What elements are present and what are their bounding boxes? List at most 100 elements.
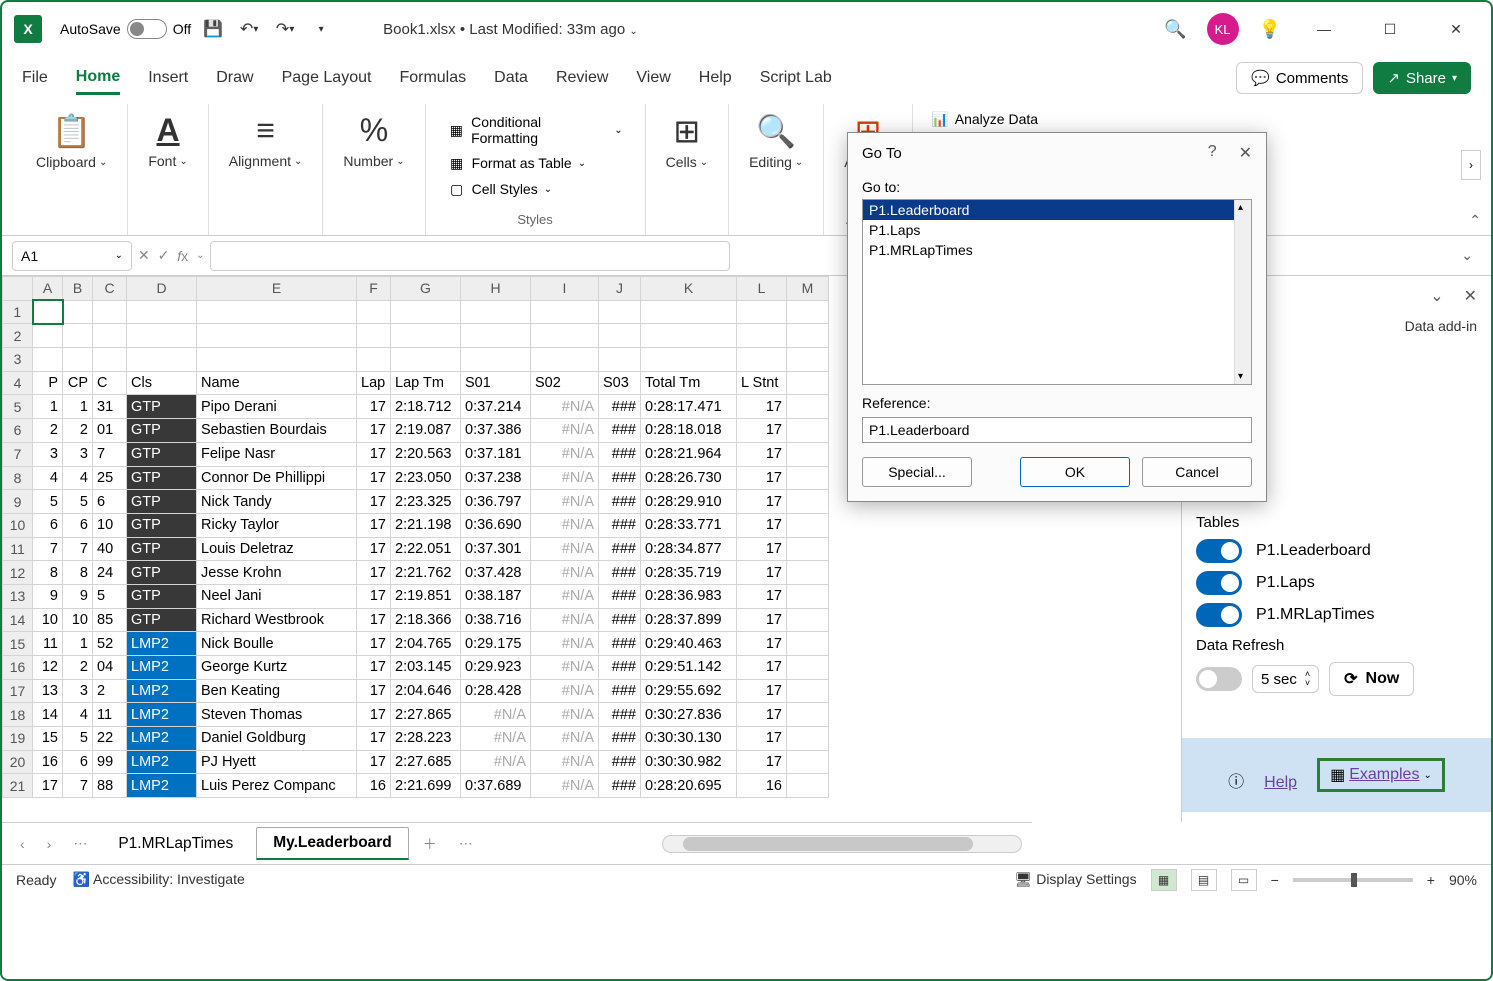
cell[interactable] (197, 300, 357, 324)
cancel-button[interactable]: Cancel (1142, 457, 1252, 487)
col-header[interactable]: H (461, 277, 531, 301)
cell[interactable] (391, 348, 461, 372)
new-sheet-button[interactable]: ＋ (415, 830, 445, 858)
col-header[interactable]: A (33, 277, 63, 301)
qat-customize-icon[interactable]: ▾ (307, 15, 335, 43)
toggle-refresh[interactable] (1196, 667, 1242, 691)
cell[interactable] (63, 324, 93, 348)
cancel-formula-icon[interactable]: ✕ (138, 247, 150, 264)
zoom-out-button[interactable]: − (1271, 872, 1279, 888)
fx-icon[interactable]: fx (177, 248, 188, 264)
cell[interactable] (357, 348, 391, 372)
tab-formulas[interactable]: Formulas (399, 63, 466, 93)
dialog-close-icon[interactable]: ✕ (1239, 143, 1252, 163)
number-button[interactable]: %Number⌄ (335, 108, 412, 173)
cell[interactable] (63, 348, 93, 372)
tab-file[interactable]: File (22, 63, 48, 93)
undo-icon[interactable]: ↶▾ (235, 15, 263, 43)
col-header[interactable]: J (599, 277, 641, 301)
formula-bar-expand-icon[interactable]: ⌄ (1461, 247, 1481, 264)
refresh-now-button[interactable]: ⟳Now (1329, 662, 1414, 696)
chevron-down-icon[interactable]: ˅ (1305, 679, 1310, 688)
cell[interactable] (127, 348, 197, 372)
col-header[interactable]: K (641, 277, 737, 301)
autosave-toggle[interactable]: AutoSave Off (60, 19, 191, 39)
horizontal-scrollbar[interactable] (662, 835, 1022, 853)
minimize-button[interactable]: — (1301, 13, 1347, 45)
cell[interactable] (127, 324, 197, 348)
toggle-mrlaptimes[interactable] (1196, 603, 1242, 627)
formula-input[interactable] (210, 241, 730, 271)
redo-icon[interactable]: ↷▾ (271, 15, 299, 43)
sheet-menu-button[interactable]: ⋯ (451, 831, 481, 856)
document-title[interactable]: Book1.xlsx • Last Modified: 33m ago ⌄ (383, 21, 638, 38)
conditional-formatting-button[interactable]: ▦Conditional Formatting ⌄ (442, 112, 629, 148)
tab-help[interactable]: Help (699, 63, 732, 93)
cell[interactable] (599, 348, 641, 372)
dialog-help-icon[interactable]: ? (1208, 143, 1217, 163)
toggle-laps[interactable] (1196, 571, 1242, 595)
cell[interactable] (531, 348, 599, 372)
col-header[interactable]: E (197, 277, 357, 301)
cell[interactable] (461, 324, 531, 348)
cell[interactable] (93, 348, 127, 372)
cell[interactable] (127, 300, 197, 324)
goto-item[interactable]: P1.MRLapTimes (863, 240, 1251, 260)
cell[interactable] (461, 300, 531, 324)
user-avatar[interactable]: KL (1207, 13, 1239, 45)
sheet-nav-prev[interactable]: ‹ (12, 832, 33, 856)
goto-item[interactable]: P1.Laps (863, 220, 1251, 240)
editing-button[interactable]: 🔍Editing⌄ (741, 108, 811, 174)
zoom-slider[interactable] (1293, 878, 1413, 882)
tab-pagelayout[interactable]: Page Layout (282, 63, 372, 93)
cell[interactable] (737, 324, 787, 348)
close-button[interactable]: ✕ (1433, 13, 1479, 45)
sheet-tab-mrlaptimes[interactable]: P1.MRLapTimes (101, 828, 250, 860)
row-header[interactable]: 3 (3, 348, 33, 372)
ok-button[interactable]: OK (1020, 457, 1130, 487)
cell[interactable] (641, 300, 737, 324)
ribbon-overflow-button[interactable]: › (1461, 150, 1481, 180)
cell[interactable] (33, 300, 63, 324)
view-pagelayout-icon[interactable]: ▤ (1191, 869, 1217, 891)
alignment-button[interactable]: ≡Alignment⌄ (221, 108, 311, 173)
col-header[interactable]: I (531, 277, 599, 301)
cell[interactable] (391, 324, 461, 348)
tab-scriptlab[interactable]: Script Lab (760, 63, 832, 93)
cell[interactable] (531, 324, 599, 348)
cells-button[interactable]: ⊞Cells⌄ (658, 108, 717, 174)
goto-list[interactable]: P1.Leaderboard P1.Laps P1.MRLapTimes ▴▾ (862, 199, 1252, 385)
cell[interactable] (391, 300, 461, 324)
col-header[interactable]: G (391, 277, 461, 301)
col-header[interactable]: D (127, 277, 197, 301)
analyze-data-button[interactable]: 📊Analyze Data (925, 108, 1044, 130)
cell[interactable] (641, 348, 737, 372)
cell[interactable] (357, 324, 391, 348)
list-scrollbar[interactable]: ▴▾ (1234, 200, 1251, 384)
font-button[interactable]: AFont⌄ (140, 108, 195, 173)
refresh-interval-spinner[interactable]: 5 sec˄˅ (1252, 665, 1319, 693)
tab-data[interactable]: Data (494, 63, 528, 93)
view-normal-icon[interactable]: ▦ (1151, 869, 1177, 891)
cell[interactable] (197, 348, 357, 372)
sheet-nav-next[interactable]: › (39, 832, 60, 856)
tab-insert[interactable]: Insert (148, 63, 188, 93)
search-icon[interactable]: 🔍 (1164, 19, 1186, 40)
sheet-tab-myleaderboard[interactable]: My.Leaderboard (256, 827, 409, 860)
col-header[interactable]: B (63, 277, 93, 301)
toggle-leaderboard[interactable] (1196, 539, 1242, 563)
clipboard-button[interactable]: 📋Clipboard⌄ (28, 108, 115, 174)
cell[interactable] (63, 300, 93, 324)
cell[interactable] (93, 300, 127, 324)
col-header[interactable]: M (787, 277, 829, 301)
cell-styles-button[interactable]: ▢Cell Styles ⌄ (442, 178, 629, 200)
save-icon[interactable]: 💾 (199, 15, 227, 43)
cell[interactable] (357, 300, 391, 324)
share-button[interactable]: ↗ Share ▾ (1373, 62, 1471, 94)
cell[interactable] (33, 324, 63, 348)
row-header[interactable]: 1 (3, 300, 33, 324)
cell[interactable] (531, 300, 599, 324)
comments-button[interactable]: 💬 Comments (1236, 62, 1363, 94)
cell[interactable] (197, 324, 357, 348)
accessibility-status[interactable]: ♿ Accessibility: Investigate (72, 871, 244, 888)
